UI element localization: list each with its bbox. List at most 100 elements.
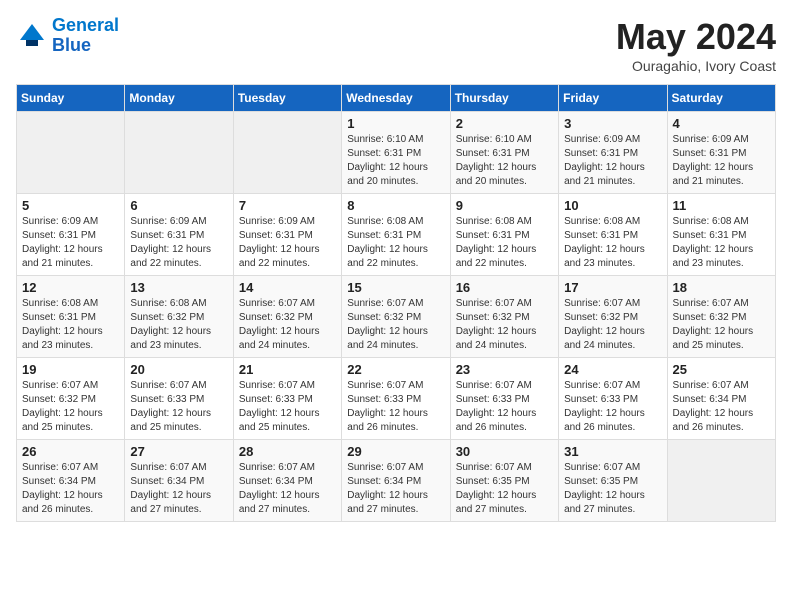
day-info: Sunrise: 6:09 AM Sunset: 6:31 PM Dayligh… — [564, 133, 661, 189]
day-number: 26 — [22, 444, 119, 459]
calendar-cell: 26 Sunrise: 6:07 AM Sunset: 6:34 PM Dayli… — [17, 440, 125, 522]
day-number: 13 — [130, 280, 227, 295]
day-number: 2 — [456, 116, 553, 131]
day-number: 22 — [347, 362, 444, 377]
calendar-cell: 27 Sunrise: 6:07 AM Sunset: 6:34 PM Dayli… — [125, 440, 233, 522]
calendar-cell — [233, 112, 341, 194]
calendar-cell: 24 Sunrise: 6:07 AM Sunset: 6:33 PM Dayli… — [559, 358, 667, 440]
day-info: Sunrise: 6:07 AM Sunset: 6:33 PM Dayligh… — [564, 379, 661, 435]
calendar-cell: 3 Sunrise: 6:09 AM Sunset: 6:31 PM Daylig… — [559, 112, 667, 194]
day-info: Sunrise: 6:07 AM Sunset: 6:33 PM Dayligh… — [239, 379, 336, 435]
calendar-cell: 4 Sunrise: 6:09 AM Sunset: 6:31 PM Daylig… — [667, 112, 775, 194]
calendar-cell: 13 Sunrise: 6:08 AM Sunset: 6:32 PM Dayli… — [125, 276, 233, 358]
day-info: Sunrise: 6:07 AM Sunset: 6:34 PM Dayligh… — [239, 461, 336, 517]
day-number: 18 — [673, 280, 770, 295]
calendar-cell: 1 Sunrise: 6:10 AM Sunset: 6:31 PM Daylig… — [342, 112, 450, 194]
day-number: 21 — [239, 362, 336, 377]
weekday-tuesday: Tuesday — [233, 85, 341, 112]
day-info: Sunrise: 6:07 AM Sunset: 6:34 PM Dayligh… — [130, 461, 227, 517]
day-number: 5 — [22, 198, 119, 213]
day-info: Sunrise: 6:08 AM Sunset: 6:31 PM Dayligh… — [456, 215, 553, 271]
calendar-cell: 2 Sunrise: 6:10 AM Sunset: 6:31 PM Daylig… — [450, 112, 558, 194]
calendar-cell: 25 Sunrise: 6:07 AM Sunset: 6:34 PM Dayli… — [667, 358, 775, 440]
calendar-cell: 7 Sunrise: 6:09 AM Sunset: 6:31 PM Daylig… — [233, 194, 341, 276]
day-info: Sunrise: 6:07 AM Sunset: 6:33 PM Dayligh… — [130, 379, 227, 435]
week-row-4: 19 Sunrise: 6:07 AM Sunset: 6:32 PM Dayli… — [17, 358, 776, 440]
day-info: Sunrise: 6:09 AM Sunset: 6:31 PM Dayligh… — [22, 215, 119, 271]
day-number: 15 — [347, 280, 444, 295]
day-info: Sunrise: 6:08 AM Sunset: 6:31 PM Dayligh… — [673, 215, 770, 271]
day-number: 7 — [239, 198, 336, 213]
calendar-cell: 28Sunrise: 6:07 AM Sunset: 6:34 PM Dayli… — [233, 440, 341, 522]
day-info: Sunrise: 6:07 AM Sunset: 6:34 PM Dayligh… — [673, 379, 770, 435]
day-info: Sunrise: 6:08 AM Sunset: 6:31 PM Dayligh… — [22, 297, 119, 353]
calendar-cell: 10Sunrise: 6:08 AM Sunset: 6:31 PM Dayli… — [559, 194, 667, 276]
day-number: 31 — [564, 444, 661, 459]
location: Ouragahio, Ivory Coast — [616, 58, 776, 74]
calendar-cell: 31 Sunrise: 6:07 AM Sunset: 6:35 PM Dayli… — [559, 440, 667, 522]
calendar-cell: 19 Sunrise: 6:07 AM Sunset: 6:32 PM Dayli… — [17, 358, 125, 440]
day-info: Sunrise: 6:10 AM Sunset: 6:31 PM Dayligh… — [347, 133, 444, 189]
day-info: Sunrise: 6:09 AM Sunset: 6:31 PM Dayligh… — [673, 133, 770, 189]
day-number: 23 — [456, 362, 553, 377]
day-number: 9 — [456, 198, 553, 213]
day-info: Sunrise: 6:08 AM Sunset: 6:31 PM Dayligh… — [347, 215, 444, 271]
day-info: Sunrise: 6:07 AM Sunset: 6:32 PM Dayligh… — [239, 297, 336, 353]
day-number: 4 — [673, 116, 770, 131]
day-number: 29 — [347, 444, 444, 459]
weekday-monday: Monday — [125, 85, 233, 112]
day-number: 3 — [564, 116, 661, 131]
weekday-saturday: Saturday — [667, 85, 775, 112]
calendar-cell — [17, 112, 125, 194]
day-number: 20 — [130, 362, 227, 377]
day-number: 10 — [564, 198, 661, 213]
calendar-cell — [667, 440, 775, 522]
calendar-cell: 11 Sunrise: 6:08 AM Sunset: 6:31 PM Dayli… — [667, 194, 775, 276]
day-number: 14 — [239, 280, 336, 295]
logo-icon — [16, 20, 48, 52]
weekday-wednesday: Wednesday — [342, 85, 450, 112]
calendar-cell: 5 Sunrise: 6:09 AM Sunset: 6:31 PM Daylig… — [17, 194, 125, 276]
weekday-thursday: Thursday — [450, 85, 558, 112]
day-number: 8 — [347, 198, 444, 213]
calendar-cell: 16Sunrise: 6:07 AM Sunset: 6:32 PM Dayli… — [450, 276, 558, 358]
calendar-cell: 9 Sunrise: 6:08 AM Sunset: 6:31 PM Daylig… — [450, 194, 558, 276]
calendar-cell: 12Sunrise: 6:08 AM Sunset: 6:31 PM Dayli… — [17, 276, 125, 358]
day-info: Sunrise: 6:07 AM Sunset: 6:34 PM Dayligh… — [347, 461, 444, 517]
calendar-cell: 17Sunrise: 6:07 AM Sunset: 6:32 PM Dayli… — [559, 276, 667, 358]
month-title: May 2024 — [616, 16, 776, 58]
day-number: 16 — [456, 280, 553, 295]
day-info: Sunrise: 6:07 AM Sunset: 6:32 PM Dayligh… — [347, 297, 444, 353]
calendar-cell: 6Sunrise: 6:09 AM Sunset: 6:31 PM Daylig… — [125, 194, 233, 276]
day-info: Sunrise: 6:07 AM Sunset: 6:32 PM Dayligh… — [22, 379, 119, 435]
day-number: 25 — [673, 362, 770, 377]
logo-text: GeneralBlue — [52, 16, 119, 56]
day-number: 11 — [673, 198, 770, 213]
calendar-cell: 8 Sunrise: 6:08 AM Sunset: 6:31 PM Daylig… — [342, 194, 450, 276]
day-info: Sunrise: 6:07 AM Sunset: 6:32 PM Dayligh… — [673, 297, 770, 353]
calendar-cell: 29 Sunrise: 6:07 AM Sunset: 6:34 PM Dayli… — [342, 440, 450, 522]
day-info: Sunrise: 6:07 AM Sunset: 6:33 PM Dayligh… — [347, 379, 444, 435]
day-number: 1 — [347, 116, 444, 131]
day-info: Sunrise: 6:07 AM Sunset: 6:34 PM Dayligh… — [22, 461, 119, 517]
week-row-3: 12Sunrise: 6:08 AM Sunset: 6:31 PM Dayli… — [17, 276, 776, 358]
week-row-5: 26 Sunrise: 6:07 AM Sunset: 6:34 PM Dayli… — [17, 440, 776, 522]
weekday-friday: Friday — [559, 85, 667, 112]
calendar-cell: 18 Sunrise: 6:07 AM Sunset: 6:32 PM Dayli… — [667, 276, 775, 358]
day-info: Sunrise: 6:10 AM Sunset: 6:31 PM Dayligh… — [456, 133, 553, 189]
day-info: Sunrise: 6:09 AM Sunset: 6:31 PM Dayligh… — [130, 215, 227, 271]
calendar-cell: 14 Sunrise: 6:07 AM Sunset: 6:32 PM Dayli… — [233, 276, 341, 358]
day-number: 30 — [456, 444, 553, 459]
day-number: 24 — [564, 362, 661, 377]
day-number: 27 — [130, 444, 227, 459]
calendar-cell: 21 Sunrise: 6:07 AM Sunset: 6:33 PM Dayli… — [233, 358, 341, 440]
calendar-cell: 15 Sunrise: 6:07 AM Sunset: 6:32 PM Dayli… — [342, 276, 450, 358]
day-info: Sunrise: 6:08 AM Sunset: 6:32 PM Dayligh… — [130, 297, 227, 353]
day-info: Sunrise: 6:07 AM Sunset: 6:35 PM Dayligh… — [564, 461, 661, 517]
weekday-sunday: Sunday — [17, 85, 125, 112]
calendar-table: SundayMondayTuesdayWednesdayThursdayFrid… — [16, 84, 776, 522]
title-block: May 2024 Ouragahio, Ivory Coast — [616, 16, 776, 74]
day-number: 19 — [22, 362, 119, 377]
logo: GeneralBlue — [16, 16, 119, 56]
day-info: Sunrise: 6:09 AM Sunset: 6:31 PM Dayligh… — [239, 215, 336, 271]
